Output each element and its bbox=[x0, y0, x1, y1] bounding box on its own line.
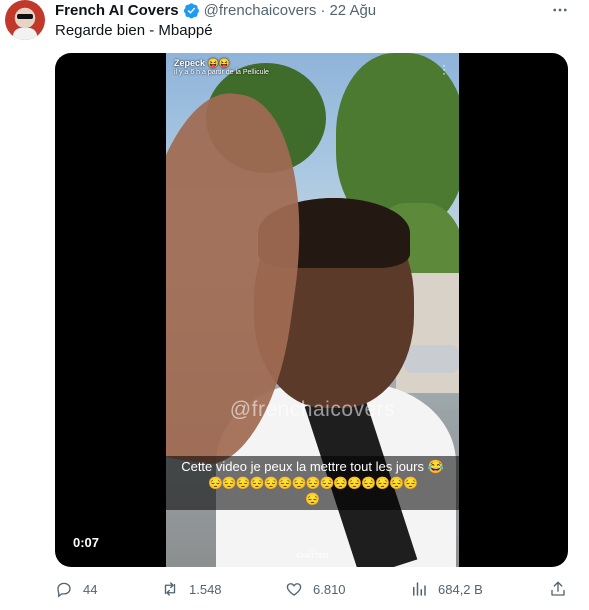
snap-subtitle: il y a 6 h à partir de la Pellicule bbox=[174, 69, 269, 76]
views-chart-icon bbox=[413, 582, 426, 596]
tweet-header: French AI Covers @frenchaicovers · 22 Ağ… bbox=[55, 0, 376, 20]
like-button[interactable]: 6.810 bbox=[285, 578, 346, 600]
tweet-text: Regarde bien - Mbappé bbox=[55, 22, 213, 39]
reply-button[interactable]: 44 bbox=[55, 578, 97, 600]
tweet[interactable]: French AI Covers @frenchaicovers · 22 Ağ… bbox=[0, 0, 589, 610]
author-name[interactable]: French AI Covers bbox=[55, 2, 179, 19]
retweet-count: 1.548 bbox=[189, 581, 222, 597]
chatter-label: CHATTER bbox=[296, 553, 329, 560]
snap-menu-icon: · · · bbox=[442, 58, 446, 80]
share-icon bbox=[551, 581, 565, 596]
video-caption: Cette video je peux la mettre tout les j… bbox=[181, 459, 444, 474]
snap-username: Zepeck 😝😝 bbox=[174, 58, 230, 68]
views-count: 684,2 B bbox=[438, 581, 483, 597]
avatar[interactable] bbox=[5, 0, 45, 40]
more-options-glyph bbox=[553, 8, 567, 12]
video-frame: Zepeck 😝😝 il y a 6 h à partir de la Pell… bbox=[166, 53, 459, 567]
heart-icon bbox=[286, 583, 302, 596]
avatar-glasses bbox=[17, 14, 33, 19]
watermark: @frenchaicovers bbox=[229, 398, 396, 421]
reply-count: 44 bbox=[83, 581, 98, 597]
separator-dot: · bbox=[320, 1, 326, 19]
background-car bbox=[404, 345, 459, 373]
reply-icon bbox=[57, 582, 71, 598]
video-caption-emojis: 😔😔😔😔😔😔😔😔😔😔😔😔😔😔😔 bbox=[207, 476, 418, 490]
verified-badge-icon bbox=[183, 2, 199, 18]
more-options-icon[interactable] bbox=[549, 0, 571, 20]
views-button[interactable]: 684,2 B bbox=[410, 578, 483, 600]
action-bar: 44 1.548 6.810 684,2 B bbox=[55, 578, 575, 600]
tweet-date[interactable]: 22 Ağu bbox=[329, 2, 376, 19]
share-button[interactable] bbox=[549, 578, 567, 600]
chevron-up-icon: ︿ bbox=[308, 544, 317, 553]
retweet-icon bbox=[164, 582, 176, 596]
chatter-prompt: ︿ CHATTER bbox=[166, 544, 459, 561]
like-count: 6.810 bbox=[313, 581, 346, 597]
retweet-button[interactable]: 1.548 bbox=[161, 578, 222, 600]
author-handle[interactable]: @frenchaicovers bbox=[204, 2, 317, 19]
video-timestamp: 0:07 bbox=[69, 533, 104, 552]
snap-header: Zepeck 😝😝 il y a 6 h à partir de la Pell… bbox=[174, 58, 269, 78]
avatar-shirt bbox=[13, 28, 37, 40]
video-caption-emojis: 😔 bbox=[305, 492, 320, 506]
video-player[interactable]: Zepeck 😝😝 il y a 6 h à partir de la Pell… bbox=[55, 53, 568, 567]
